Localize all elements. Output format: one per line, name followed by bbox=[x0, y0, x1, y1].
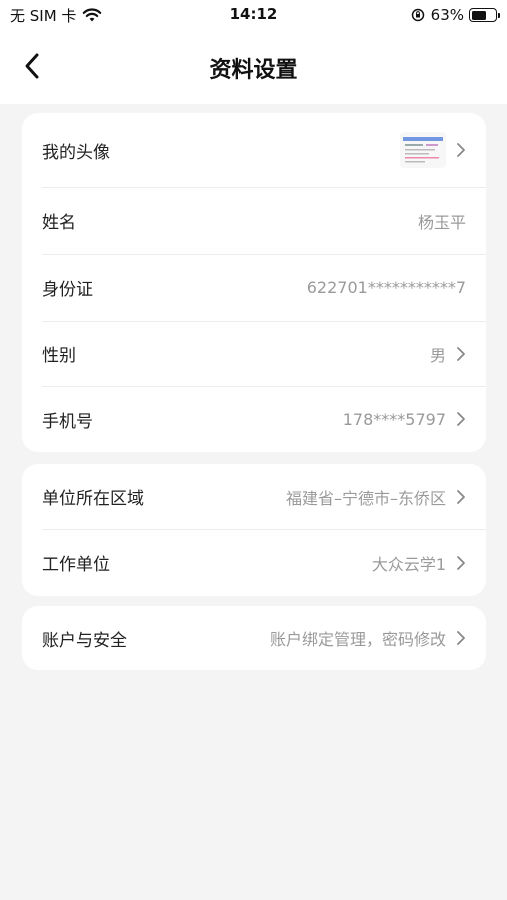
account-security-label: 账户与安全 bbox=[42, 630, 127, 651]
account-security-value: 账户绑定管理，密码修改 bbox=[269, 630, 446, 649]
rotation-lock-icon bbox=[411, 8, 424, 22]
battery-icon bbox=[469, 8, 500, 22]
id-card-value: 622701***********7 bbox=[306, 278, 466, 297]
chevron-right-icon bbox=[456, 142, 466, 158]
profile-card: 我的头像 姓名 杨玉平 身份证 622701***********7 性别 男 … bbox=[22, 113, 486, 452]
region-row[interactable]: 单位所在区域 福建省–宁德市–东侨区 bbox=[22, 464, 486, 529]
nav-bar: 资料设置 bbox=[0, 30, 507, 104]
account-security-row[interactable]: 账户与安全 账户绑定管理，密码修改 bbox=[22, 606, 486, 670]
region-value: 福建省–宁德市–东侨区 bbox=[285, 488, 446, 508]
chevron-right-icon bbox=[456, 489, 466, 505]
name-row: 姓名 杨玉平 bbox=[22, 187, 486, 254]
avatar-label: 我的头像 bbox=[42, 142, 110, 163]
workplace-value: 大众云学1 bbox=[371, 554, 446, 574]
battery-percent: 63% bbox=[430, 6, 464, 24]
id-card-label: 身份证 bbox=[42, 280, 93, 300]
phone-row[interactable]: 手机号 178****5797 bbox=[22, 386, 486, 452]
gender-value: 男 bbox=[429, 345, 446, 365]
page-title: 资料设置 bbox=[209, 58, 298, 83]
avatar bbox=[400, 132, 446, 168]
phone-value: 178****5797 bbox=[342, 409, 446, 429]
status-bar: 无 SIM 卡 14:12 63% bbox=[0, 0, 507, 30]
name-label: 姓名 bbox=[42, 213, 76, 233]
chevron-right-icon bbox=[456, 346, 466, 362]
battery-fill bbox=[471, 10, 486, 20]
workplace-label: 工作单位 bbox=[42, 555, 110, 575]
region-label: 单位所在区域 bbox=[42, 489, 144, 509]
gender-row[interactable]: 性别 男 bbox=[22, 321, 486, 386]
account-card: 账户与安全 账户绑定管理，密码修改 bbox=[22, 606, 486, 670]
workplace-row[interactable]: 工作单位 大众云学1 bbox=[22, 529, 486, 596]
organization-card: 单位所在区域 福建省–宁德市–东侨区 工作单位 大众云学1 bbox=[22, 464, 486, 596]
status-right: 63% bbox=[411, 5, 500, 25]
chevron-right-icon bbox=[456, 630, 466, 646]
phone-label: 手机号 bbox=[42, 411, 93, 432]
avatar-row[interactable]: 我的头像 bbox=[22, 113, 486, 187]
chevron-right-icon bbox=[456, 555, 466, 571]
gender-label: 性别 bbox=[42, 346, 76, 366]
chevron-right-icon bbox=[456, 411, 466, 427]
name-value: 杨玉平 bbox=[417, 212, 466, 232]
id-card-row: 身份证 622701***********7 bbox=[22, 254, 486, 321]
